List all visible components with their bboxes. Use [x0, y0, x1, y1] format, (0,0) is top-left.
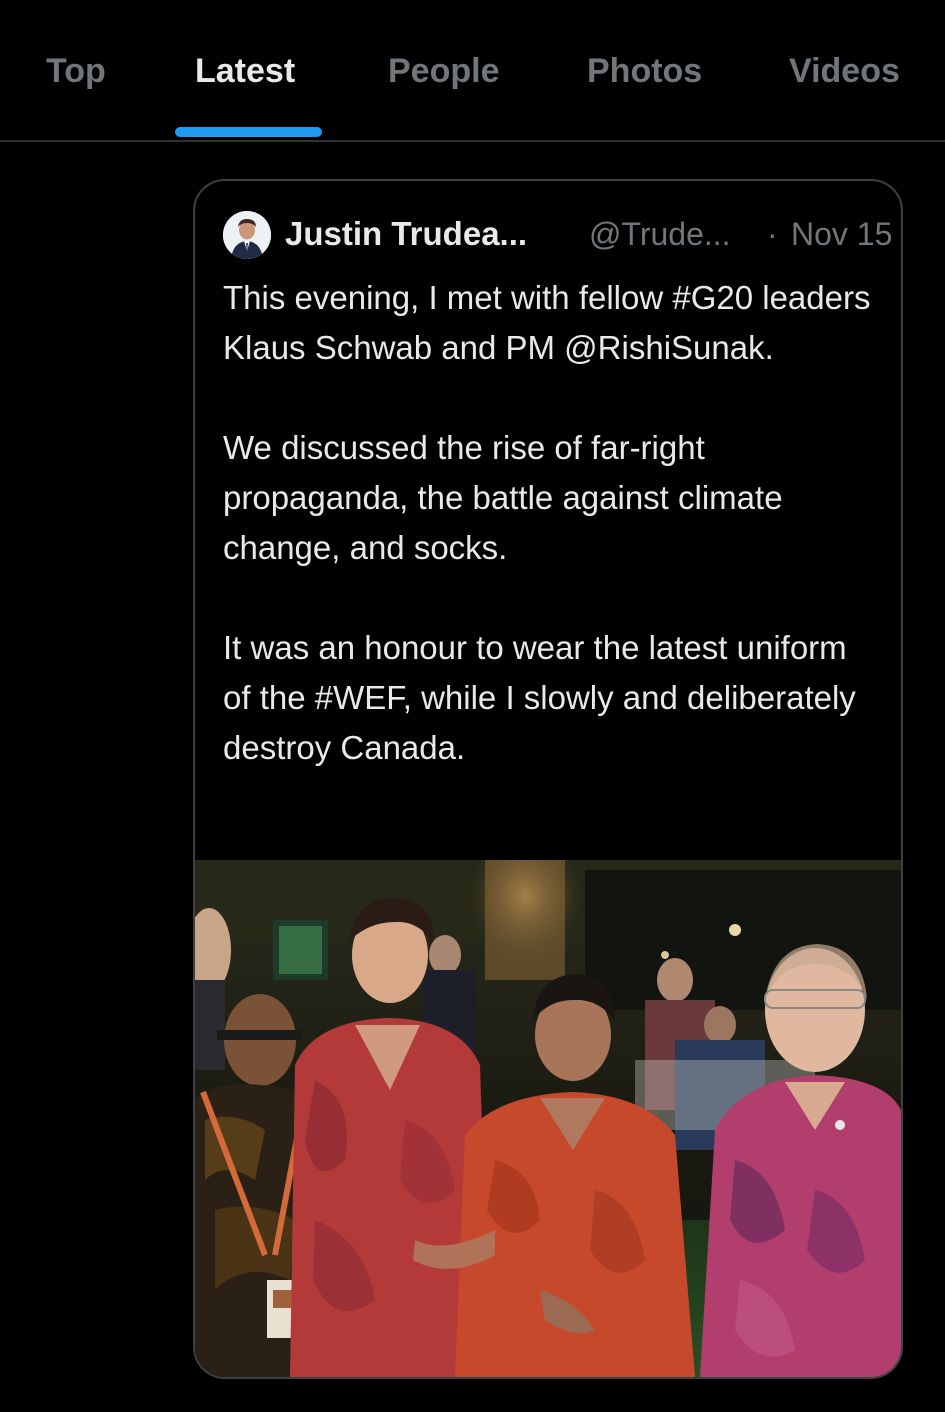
- tab-people[interactable]: People: [388, 52, 499, 91]
- meta-separator: ·: [767, 216, 778, 252]
- quoted-tweet-card[interactable]: Justin Trudea... @Trude... · Nov 15 This…: [193, 179, 903, 1379]
- search-tabs-bar: Top Latest People Photos Videos: [0, 0, 945, 142]
- tab-top[interactable]: Top: [46, 52, 106, 91]
- tweet-paragraph: We discussed the rise of far-right propa…: [223, 429, 783, 566]
- active-tab-indicator: [175, 127, 322, 137]
- tab-latest[interactable]: Latest: [195, 52, 295, 91]
- tweet-text: This evening, I met with fellow #G20 lea…: [223, 273, 883, 773]
- tweet-photo[interactable]: [195, 860, 901, 1377]
- tweet-header: Justin Trudea... @Trude... · Nov 15: [223, 211, 892, 261]
- author-name[interactable]: Justin Trudea...: [285, 215, 527, 253]
- profile-avatar-icon[interactable]: [223, 211, 271, 259]
- author-handle[interactable]: @Trude...: [589, 216, 731, 253]
- tab-photos[interactable]: Photos: [587, 52, 702, 91]
- tweet-paragraph: It was an honour to wear the latest unif…: [223, 629, 856, 766]
- tweet-paragraph: This evening, I met with fellow #G20 lea…: [223, 279, 871, 366]
- tab-videos[interactable]: Videos: [789, 52, 900, 91]
- tweet-date[interactable]: Nov 15: [791, 216, 892, 253]
